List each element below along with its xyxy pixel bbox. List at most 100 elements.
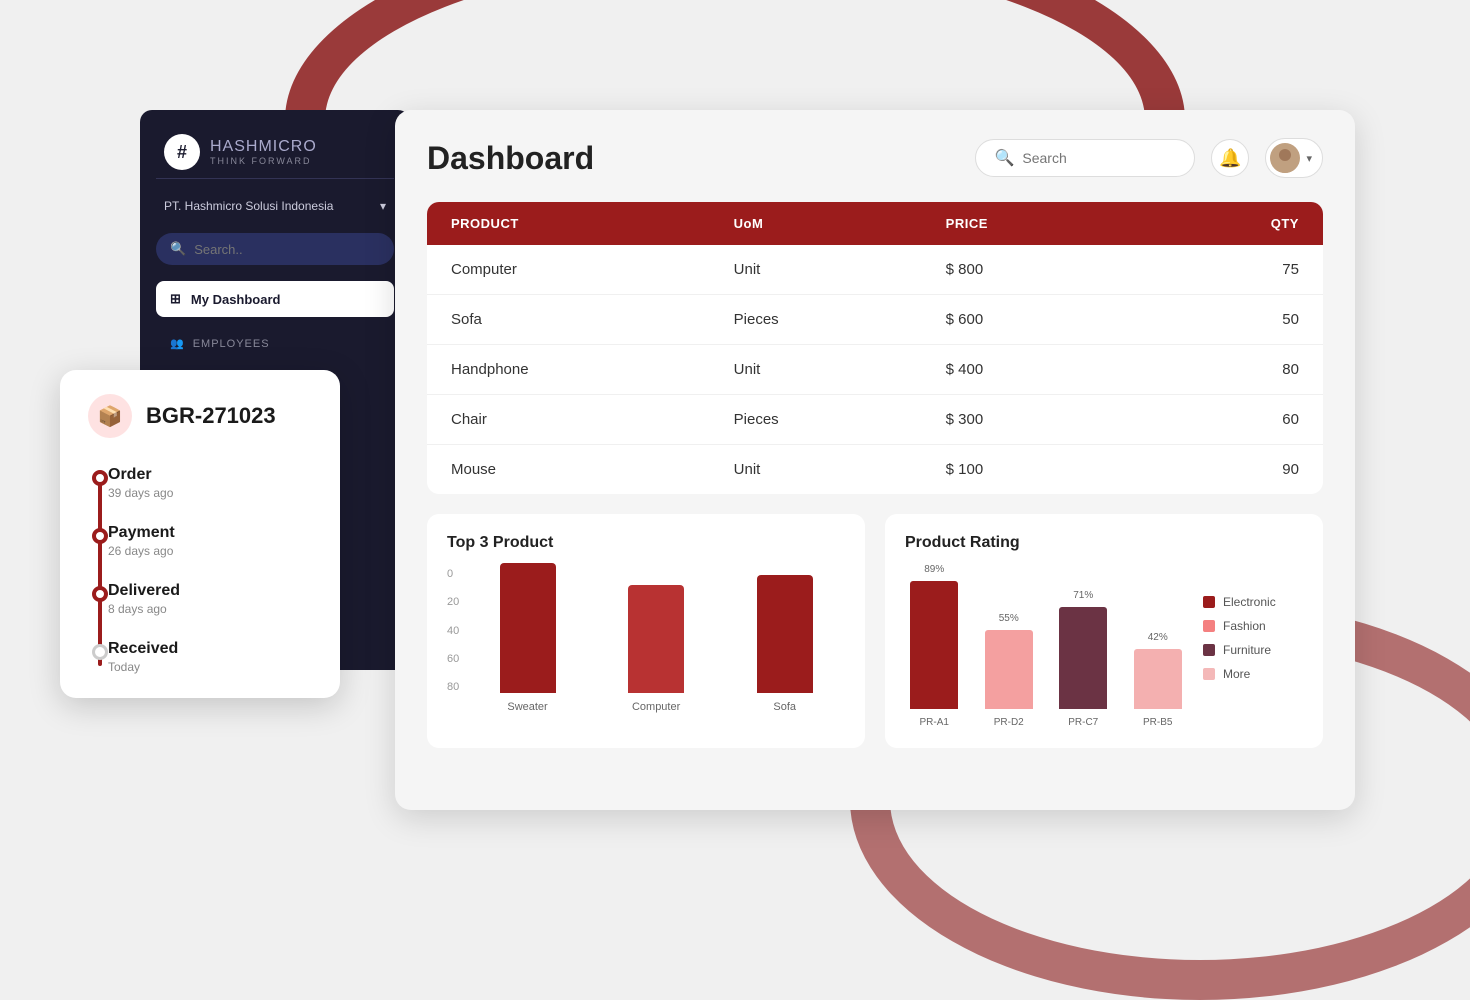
timeline-item-received: Received Today [108,640,312,674]
avatar-dropdown-icon: ▾ [1306,152,1312,165]
cell-uom: Pieces [734,411,946,428]
cell-qty: 80 [1158,361,1299,378]
timeline-label-received: Received [108,640,178,658]
legend-dot-furniture [1203,644,1215,656]
rating-value-pr-c7: 71% [1073,590,1093,601]
rating-chart-title: Product Rating [905,534,1303,552]
cell-uom: Unit [734,461,946,478]
legend-item-fashion: Fashion [1203,619,1303,633]
bar-computer-rect [628,585,684,693]
order-card-header: 📦 BGR-271023 [88,394,312,438]
bar-sweater-rect [500,563,556,693]
cell-qty: 75 [1158,261,1299,278]
rating-bar-pr-d2-rect [985,630,1033,709]
cell-price: $ 100 [946,461,1158,478]
timeline-content-delivered: Delivered 8 days ago [108,582,180,616]
sidebar-search-box[interactable]: 🔍 [156,233,394,265]
logo-tagline: THINK FORWARD [210,156,317,166]
legend-item-electronic: Electronic [1203,595,1303,609]
notification-button[interactable]: 🔔 [1211,139,1249,177]
bell-icon: 🔔 [1219,148,1241,169]
timeline-time-received: Today [108,660,178,674]
rating-chart-card: Product Rating 89% PR-A1 55% PR-D2 [885,514,1323,748]
cell-product: Handphone [451,361,734,378]
top3-chart-card: Top 3 Product 80 60 40 20 0 Sweater [427,514,865,748]
sidebar-search-input[interactable] [194,242,380,257]
timeline-dot-payment [92,528,108,544]
rating-bar-pr-a1: 89% PR-A1 [905,564,964,728]
bar-chart-bars: Sweater Computer Sofa [467,568,845,713]
timeline-content-order: Order 39 days ago [108,466,173,500]
timeline-time-order: 39 days ago [108,486,173,500]
table-header: PRODUCT UoM PRICE QTY [427,202,1323,245]
company-name: PT. Hashmicro Solusi Indonesia [164,199,333,213]
table-row: Sofa Pieces $ 600 50 [427,295,1323,345]
search-icon: 🔍 [994,148,1014,168]
cell-price: $ 400 [946,361,1158,378]
order-icon: 📦 [88,394,132,438]
rating-bar-pr-d2: 55% PR-D2 [980,613,1039,728]
rating-label-pr-c7: PR-C7 [1068,717,1098,728]
table-body: Computer Unit $ 800 75 Sofa Pieces $ 600… [427,245,1323,494]
rating-value-pr-b5: 42% [1148,632,1168,643]
sidebar-item-label-employees: EMPLOYEES [193,338,270,350]
rating-value-pr-a1: 89% [924,564,944,575]
legend-item-furniture: Furniture [1203,643,1303,657]
col-uom: UoM [734,216,946,231]
bar-computer: Computer [596,585,717,713]
top3-chart-title: Top 3 Product [447,534,845,552]
table-row: Computer Unit $ 800 75 [427,245,1323,295]
rating-label-pr-d2: PR-D2 [994,717,1024,728]
rating-bar-pr-c7-rect [1059,607,1107,709]
order-id: BGR-271023 [146,403,276,429]
col-product: PRODUCT [451,216,734,231]
legend-label-furniture: Furniture [1223,643,1271,657]
sidebar-logo: # HASHMICRO THINK FORWARD [156,134,394,179]
legend-dot-electronic [1203,596,1215,608]
page-title: Dashboard [427,140,594,177]
table-row: Chair Pieces $ 300 60 [427,395,1323,445]
sidebar-item-employees[interactable]: 👥 EMPLOYEES [156,333,394,354]
dashboard-icon: ⊞ [170,291,181,307]
timeline-time-payment: 26 days ago [108,544,175,558]
rating-bar-pr-a1-rect [910,581,958,709]
cell-product: Sofa [451,311,734,328]
cell-price: $ 300 [946,411,1158,428]
timeline-label-delivered: Delivered [108,582,180,600]
rating-label-pr-a1: PR-A1 [920,717,949,728]
bar-sweater-label: Sweater [507,701,547,713]
cell-uom: Pieces [734,311,946,328]
cell-uom: Unit [734,361,946,378]
timeline-dot-delivered [92,586,108,602]
legend-item-more: More [1203,667,1303,681]
company-selector[interactable]: PT. Hashmicro Solusi Indonesia ▾ [156,195,394,217]
rating-bars-area: 89% PR-A1 55% PR-D2 71% PR-C7 [905,568,1187,728]
cell-qty: 60 [1158,411,1299,428]
col-price: PRICE [946,216,1158,231]
timeline-item-delivered: Delivered 8 days ago [108,582,312,616]
legend-dot-fashion [1203,620,1215,632]
bar-sofa-label: Sofa [773,701,796,713]
timeline-dot-received [92,644,108,660]
cell-price: $ 600 [946,311,1158,328]
header-search-box[interactable]: 🔍 [975,139,1195,177]
timeline-item-order: Order 39 days ago [108,466,312,500]
panel-header: Dashboard 🔍 🔔 ▾ [427,138,1323,178]
table-row: Handphone Unit $ 400 80 [427,345,1323,395]
rating-bar-pr-c7: 71% PR-C7 [1054,590,1113,728]
bar-computer-label: Computer [632,701,680,713]
cell-price: $ 800 [946,261,1158,278]
logo-icon: # [164,134,200,170]
sidebar-item-dashboard[interactable]: ⊞ My Dashboard [156,281,394,317]
bar-sweater: Sweater [467,563,588,713]
user-avatar-button[interactable]: ▾ [1265,138,1323,178]
logo-text: HASHMICRO THINK FORWARD [210,138,317,166]
bar-sofa-rect [757,575,813,693]
cell-uom: Unit [734,261,946,278]
header-right: 🔍 🔔 ▾ [975,138,1323,178]
search-input[interactable] [1022,150,1176,166]
timeline-time-delivered: 8 days ago [108,602,180,616]
cell-product: Computer [451,261,734,278]
logo-name: HASHMICRO [210,138,317,156]
timeline-content-received: Received Today [108,640,178,674]
